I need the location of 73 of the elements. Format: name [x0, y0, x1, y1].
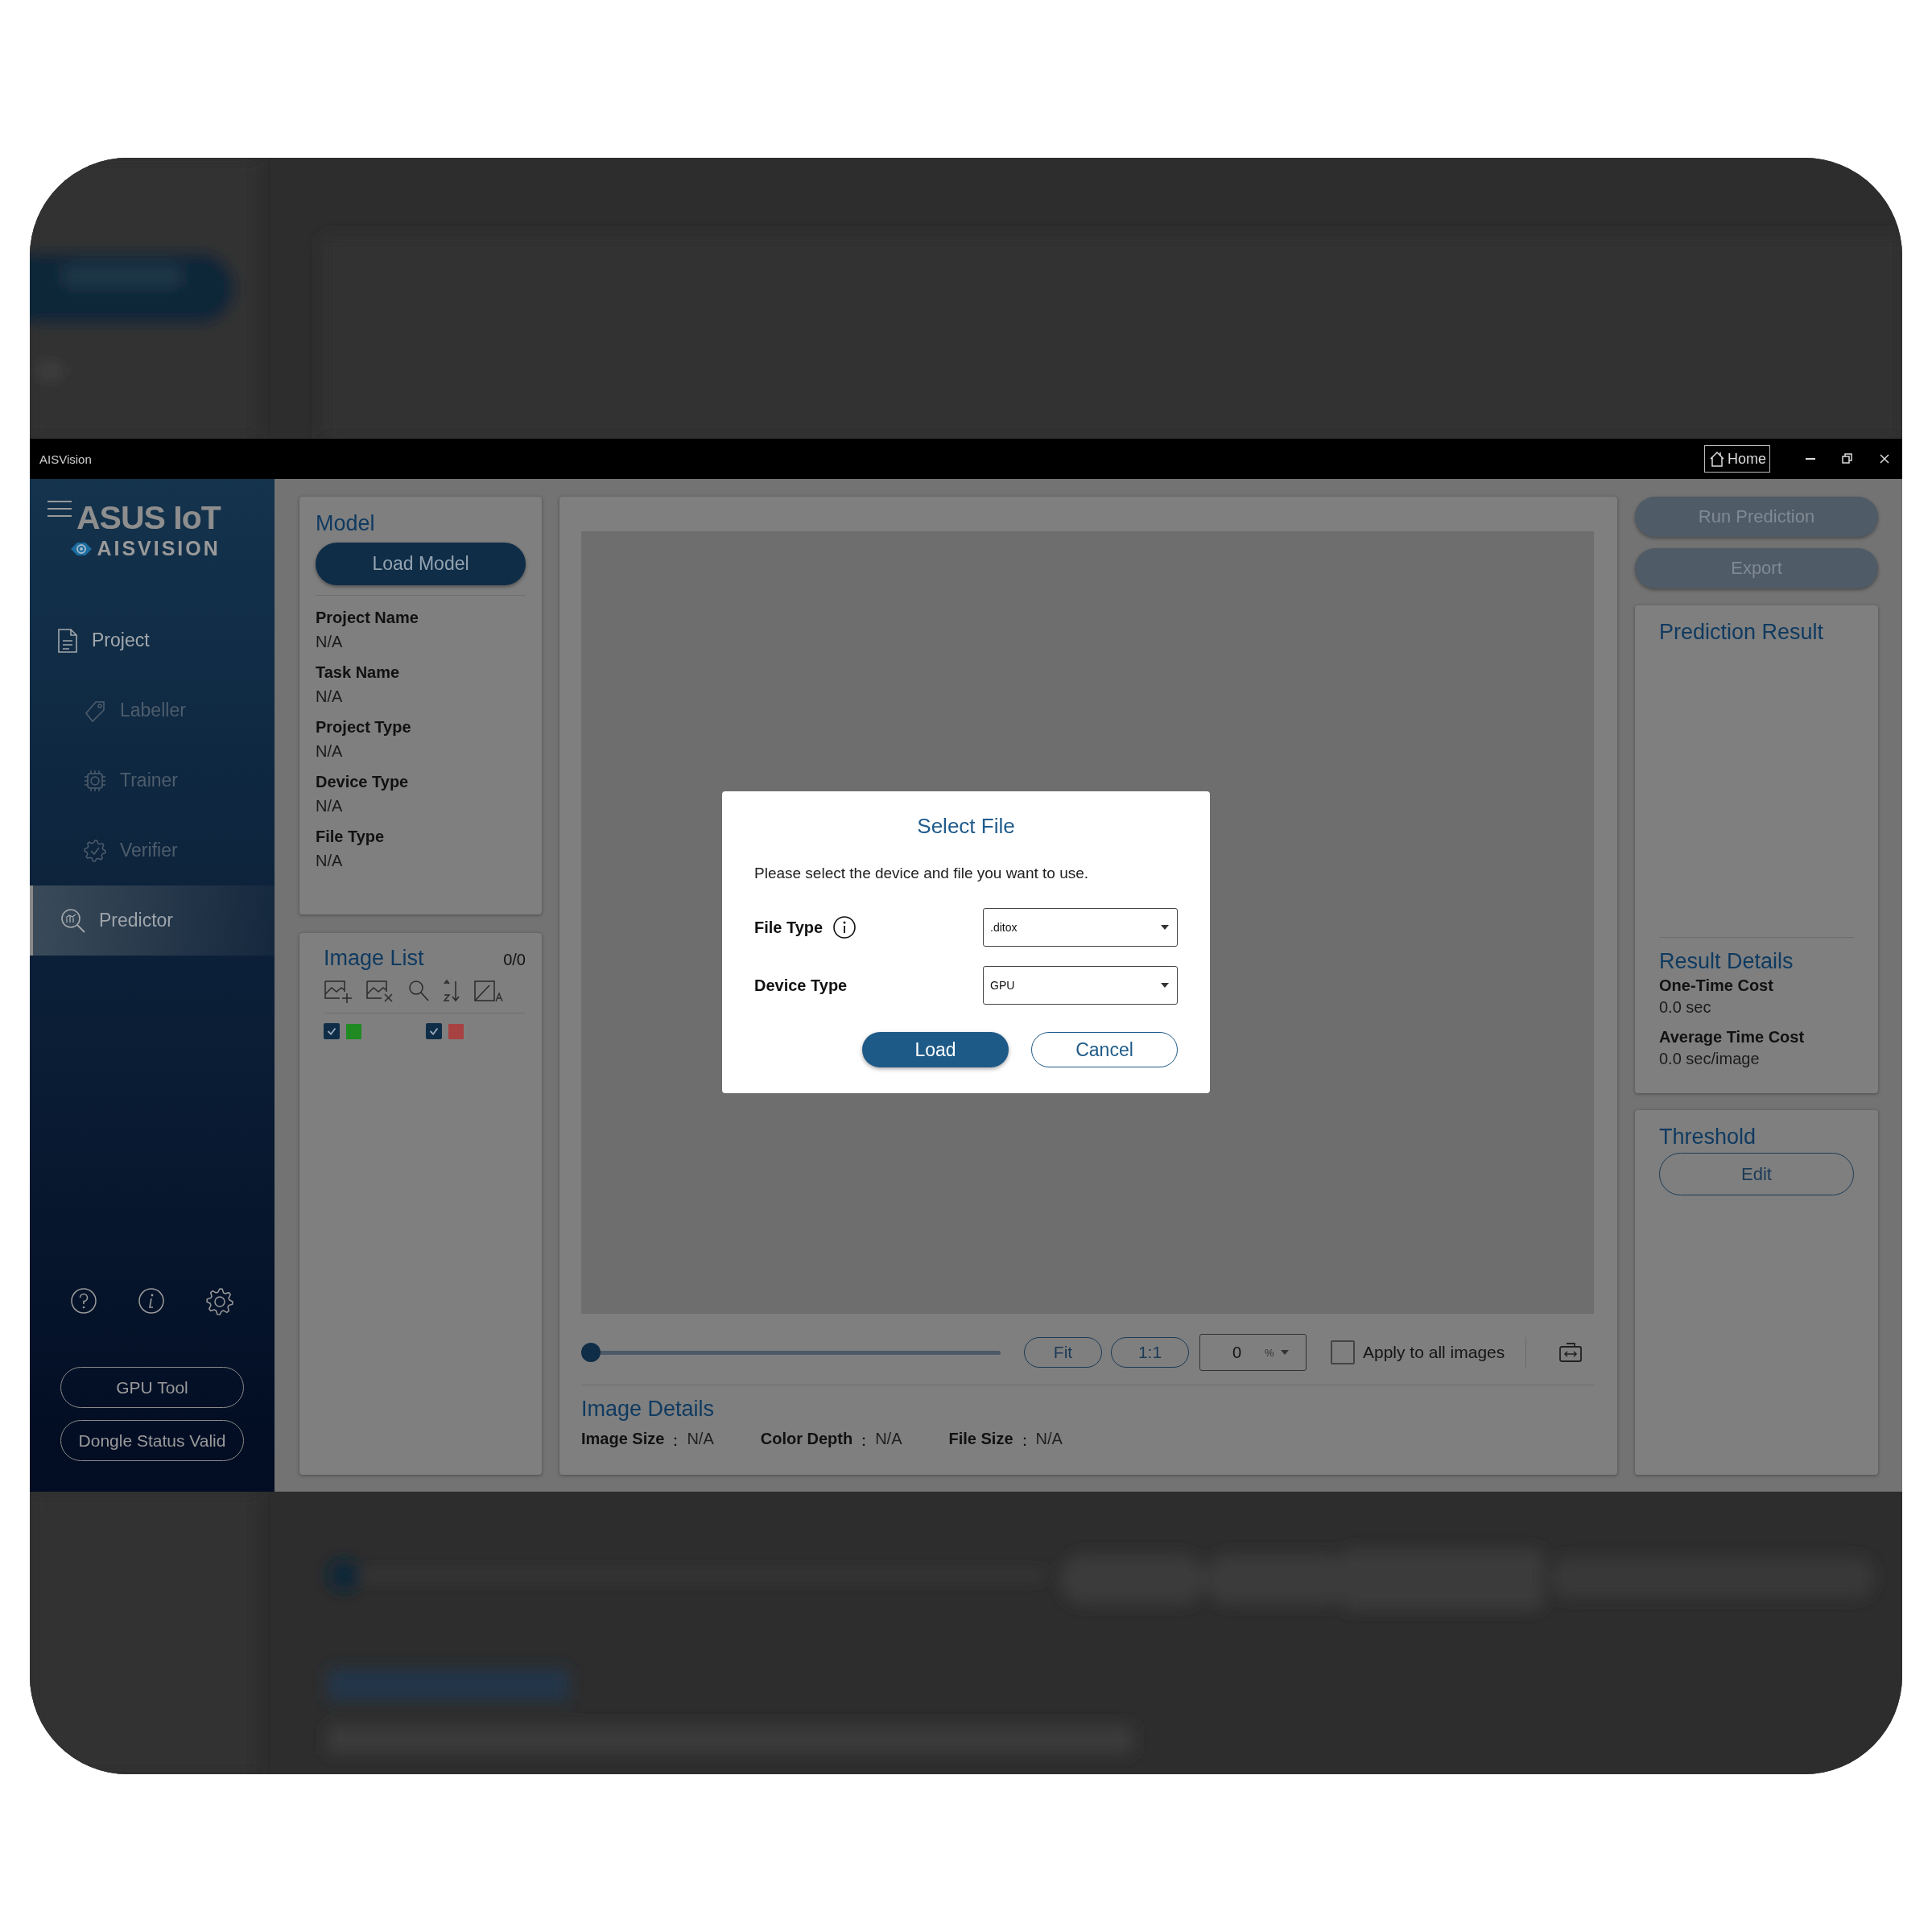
- gear-check-icon: [83, 838, 107, 863]
- separator: ：: [667, 1430, 684, 1451]
- logo-subtitle: AISVISION: [97, 537, 221, 560]
- fit-screen-icon[interactable]: [1558, 1342, 1583, 1363]
- panel-title: Model: [316, 511, 376, 536]
- menu-icon[interactable]: [47, 500, 72, 518]
- checkbox[interactable]: [1331, 1340, 1355, 1364]
- image-label-icon[interactable]: [473, 979, 504, 1003]
- remove-image-icon[interactable]: [365, 979, 394, 1003]
- dialog-message: Please select the device and file you want to use.: [754, 865, 1090, 882]
- panel-title: Prediction Result: [1659, 620, 1825, 645]
- search-icon[interactable]: [407, 979, 430, 1003]
- sort-icon[interactable]: [443, 979, 460, 1003]
- detail-label: File Size: [948, 1430, 1013, 1449]
- field-label: Project Name: [316, 608, 419, 628]
- detail-value: N/A: [875, 1430, 902, 1449]
- section-title: Result Details: [1659, 949, 1794, 974]
- dropdown[interactable]: .ditox: [983, 908, 1178, 947]
- caret-icon: [1161, 925, 1169, 930]
- load-button[interactable]: Load: [862, 1032, 1009, 1067]
- separator: ：: [1016, 1430, 1033, 1451]
- close-icon[interactable]: [1878, 452, 1891, 465]
- settings-icon[interactable]: [205, 1287, 234, 1316]
- magnifier-chart-icon: [60, 907, 86, 934]
- detail-label: Image Size: [581, 1430, 665, 1449]
- home-button[interactable]: Home: [1704, 445, 1770, 473]
- zoom-slider[interactable]: [581, 1343, 1001, 1362]
- dialog-title: Select File: [916, 814, 1016, 839]
- slider-thumb[interactable]: [581, 1343, 601, 1362]
- add-image-icon[interactable]: [324, 979, 353, 1003]
- logo: ASUS IoT: [76, 498, 221, 537]
- detail-value: N/A: [1035, 1430, 1063, 1449]
- checkbox[interactable]: [426, 1023, 442, 1039]
- field-label: One-Time Cost: [1659, 976, 1774, 996]
- restore-icon[interactable]: [1841, 452, 1854, 465]
- nav-item[interactable]: Project: [30, 605, 275, 675]
- separator: ：: [856, 1430, 873, 1451]
- caret-icon: [1161, 983, 1169, 988]
- field-label: Device Type: [316, 772, 410, 792]
- cancel-button[interactable]: Cancel: [1031, 1032, 1178, 1067]
- house-icon: [1708, 450, 1726, 468]
- detail-label: Color Depth: [760, 1430, 853, 1449]
- nav-item[interactable]: Predictor: [30, 886, 275, 956]
- field-value: 0.0 sec: [1659, 997, 1712, 1018]
- field-value: 0.0 sec/image: [1659, 1049, 1761, 1069]
- zoom-field[interactable]: 0 %: [1199, 1334, 1307, 1371]
- caret-icon: [1280, 1350, 1289, 1355]
- load-model-button[interactable]: Load Model: [316, 543, 526, 585]
- checkbox[interactable]: [324, 1023, 340, 1039]
- chip-icon: [83, 768, 107, 793]
- field-value: N/A: [316, 851, 344, 871]
- image-count: 0/0: [503, 951, 526, 969]
- help-icon[interactable]: [70, 1287, 97, 1315]
- info-icon[interactable]: [138, 1287, 165, 1315]
- panel-title: Image List: [324, 946, 424, 971]
- window-title: AISVision: [39, 452, 92, 466]
- field-label: File Type: [754, 918, 824, 937]
- info-icon[interactable]: [832, 915, 857, 939]
- panel-title: Threshold: [1659, 1125, 1757, 1150]
- section-title: Image Details: [581, 1397, 716, 1422]
- field-value: N/A: [316, 796, 344, 816]
- field-label: Project Type: [316, 717, 412, 737]
- dropdown[interactable]: GPU: [983, 966, 1178, 1005]
- field-value: N/A: [316, 741, 344, 762]
- field-label: Device Type: [754, 976, 848, 995]
- document-icon: [56, 627, 79, 654]
- checkbox-label: Apply to all images: [1363, 1343, 1505, 1362]
- field-label: Average Time Cost: [1659, 1027, 1806, 1047]
- field-label: File Type: [316, 827, 386, 847]
- field-value: N/A: [316, 687, 344, 707]
- detail-value: N/A: [687, 1430, 714, 1449]
- field-label: Task Name: [316, 663, 401, 683]
- field-value: N/A: [316, 632, 344, 652]
